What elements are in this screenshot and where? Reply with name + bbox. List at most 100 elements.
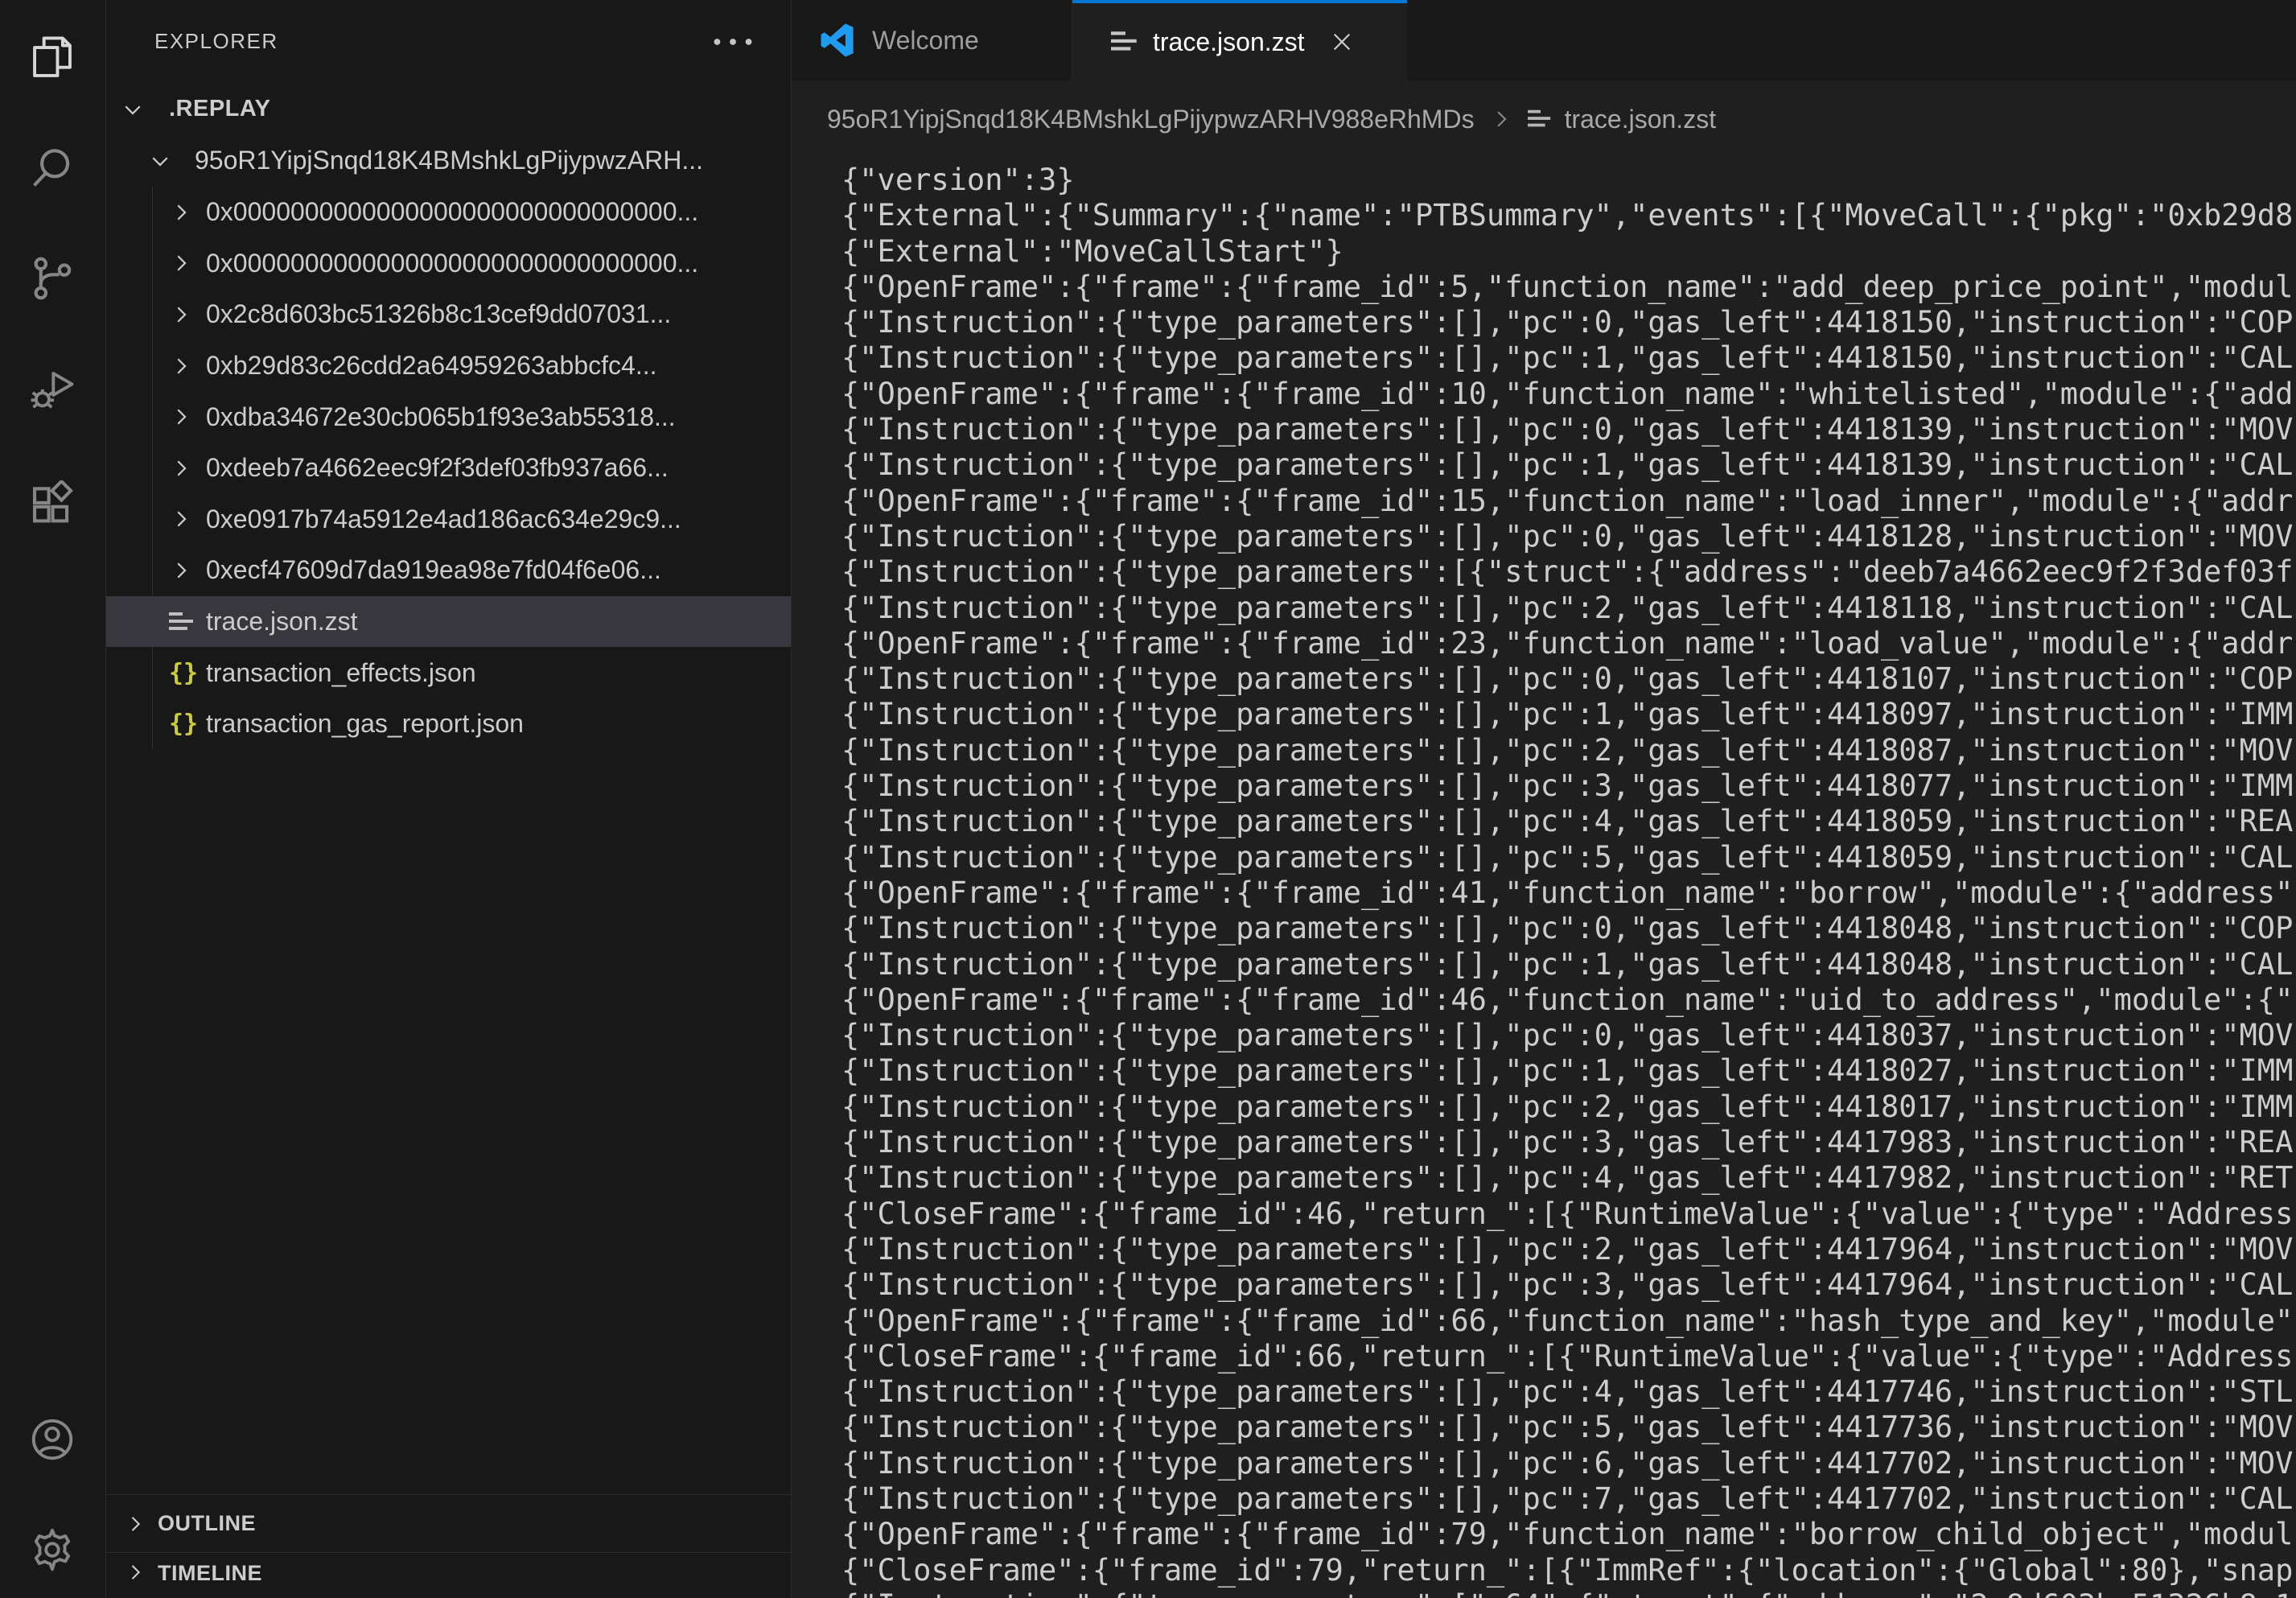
explorer-sidebar: EXPLORER .REPLAY 95oR1YipjSnqd18K4BMshkL… xyxy=(106,0,792,1598)
chevron-right-icon xyxy=(169,303,206,327)
breadcrumb-file[interactable]: trace.json.zst xyxy=(1565,105,1717,134)
tree-item[interactable]: 0xb29d83c26cdd2a64959263abbcfc4... xyxy=(106,340,791,392)
code-line: {"Instruction":{"type_parameters":[],"pc… xyxy=(841,1232,2296,1267)
code-line: {"External":"MoveCallStart"} xyxy=(841,234,2296,270)
code-line: {"CloseFrame":{"frame_id":46,"return_":[… xyxy=(841,1196,2296,1232)
code-line: {"OpenFrame":{"frame":{"frame_id":79,"fu… xyxy=(841,1517,2296,1552)
breadcrumb: 95oR1YipjSnqd18K4BMshkLgPijypwzARHV988eR… xyxy=(792,80,2296,158)
tree-item[interactable]: 0x0000000000000000000000000000000... xyxy=(106,238,791,290)
chevron-right-icon xyxy=(169,507,206,531)
section-header-replay[interactable]: .REPLAY xyxy=(106,84,791,135)
code-line: {"Instruction":{"type_parameters":[],"pc… xyxy=(841,947,2296,982)
editor-content[interactable]: {"version":3} {"External":{"Summary":{"n… xyxy=(841,163,2296,1598)
breadcrumb-folder[interactable]: 95oR1YipjSnqd18K4BMshkLgPijypwzARHV988eR… xyxy=(827,105,1475,134)
code-line: {"Instruction":{"type_parameters":[],"pc… xyxy=(841,1160,2296,1196)
code-line: {"Instruction":{"type_parameters":[],"pc… xyxy=(841,911,2296,946)
code-line: {"OpenFrame":{"frame":{"frame_id":5,"fun… xyxy=(841,270,2296,305)
search-icon[interactable] xyxy=(27,143,77,193)
tab-bar: Welcome trace.json.zst xyxy=(792,0,2296,80)
code-line: {"Instruction":{"type_parameters":[],"pc… xyxy=(841,340,2296,376)
code-line: {"Instruction":{"type_parameters":["u64"… xyxy=(841,1588,2296,1598)
sidebar-title: EXPLORER xyxy=(154,29,278,54)
code-line: {"Instruction":{"type_parameters":[],"pc… xyxy=(841,412,2296,447)
code-line: {"OpenFrame":{"frame":{"frame_id":15,"fu… xyxy=(841,484,2296,519)
code-line: {"Instruction":{"type_parameters":[],"pc… xyxy=(841,840,2296,875)
code-line: {"External":{"Summary":{"name":"PTBSumma… xyxy=(841,198,2296,233)
file-tree: 0x0000000000000000000000000000000... 0x0… xyxy=(106,187,791,750)
code-line: {"CloseFrame":{"frame_id":79,"return_":[… xyxy=(841,1553,2296,1588)
chevron-right-icon xyxy=(169,251,206,275)
settings-gear-icon[interactable] xyxy=(27,1525,77,1575)
explorer-icon[interactable] xyxy=(27,33,77,83)
sidebar-panels: OUTLINE TIMELINE xyxy=(106,1494,791,1598)
chevron-right-icon xyxy=(1489,107,1513,131)
chevron-right-icon xyxy=(169,558,206,583)
vscode-logo-icon xyxy=(816,19,858,61)
zst-file-icon xyxy=(1111,28,1140,56)
tree-item[interactable]: 0x0000000000000000000000000000000... xyxy=(106,187,791,238)
code-line: {"Instruction":{"type_parameters":[],"pc… xyxy=(841,1481,2296,1517)
chevron-right-icon xyxy=(124,1513,146,1535)
tree-item-label: 0xb29d83c26cdd2a64959263abbcfc4... xyxy=(206,351,656,381)
code-line: {"Instruction":{"type_parameters":[{"str… xyxy=(841,554,2296,590)
chevron-down-icon xyxy=(148,149,185,173)
code-line: {"OpenFrame":{"frame":{"frame_id":46,"fu… xyxy=(841,982,2296,1018)
tree-item[interactable]: transaction_gas_report.json xyxy=(106,698,791,750)
code-line: {"OpenFrame":{"frame":{"frame_id":66,"fu… xyxy=(841,1304,2296,1339)
tree-item[interactable]: 0x2c8d603bc51326b8c13cef9dd07031... xyxy=(106,289,791,340)
code-line: {"Instruction":{"type_parameters":[],"pc… xyxy=(841,1374,2296,1410)
chevron-right-icon xyxy=(169,456,206,480)
code-line: {"OpenFrame":{"frame":{"frame_id":41,"fu… xyxy=(841,875,2296,911)
code-line: {"Instruction":{"type_parameters":[],"pc… xyxy=(841,733,2296,768)
tree-item-label: transaction_effects.json xyxy=(206,658,476,688)
tree-item-label: 0x0000000000000000000000000000000... xyxy=(206,197,698,227)
code-line: {"Instruction":{"type_parameters":[],"pc… xyxy=(841,1410,2296,1445)
tab-label: Welcome xyxy=(872,26,979,56)
section-label: .REPLAY xyxy=(169,96,271,122)
more-actions-icon[interactable] xyxy=(711,29,759,58)
source-control-icon[interactable] xyxy=(27,253,77,303)
code-line: {"Instruction":{"type_parameters":[],"pc… xyxy=(841,1267,2296,1303)
extensions-icon[interactable] xyxy=(27,480,77,530)
account-icon[interactable] xyxy=(27,1415,77,1464)
sidebar-panel-header[interactable]: OUTLINE xyxy=(106,1494,791,1552)
run-and-debug-icon[interactable] xyxy=(27,366,77,416)
tree-item-label: 0xe0917b74a5912e4ad186ac634e29c9... xyxy=(206,505,681,534)
code-line: {"Instruction":{"type_parameters":[],"pc… xyxy=(841,661,2296,697)
tree-folder-label: 95oR1YipjSnqd18K4BMshkLgPijypwzARH... xyxy=(195,146,703,175)
code-line: {"Instruction":{"type_parameters":[],"pc… xyxy=(841,305,2296,340)
tab-welcome[interactable]: Welcome xyxy=(792,0,1072,80)
chevron-right-icon xyxy=(169,200,206,224)
activity-bar xyxy=(0,0,106,1598)
tree-folder-digest[interactable]: 95oR1YipjSnqd18K4BMshkLgPijypwzARH... xyxy=(106,135,791,187)
code-line: {"Instruction":{"type_parameters":[],"pc… xyxy=(841,447,2296,483)
code-line: {"Instruction":{"type_parameters":[],"pc… xyxy=(841,804,2296,839)
code-line: {"Instruction":{"type_parameters":[],"pc… xyxy=(841,697,2296,732)
code-line: {"version":3} xyxy=(841,163,2296,198)
zst-file-icon xyxy=(169,609,206,635)
close-icon[interactable] xyxy=(1329,29,1355,55)
tree-item-label: 0xdeeb7a4662eec9f2f3def03fb937a66... xyxy=(206,453,669,483)
code-line: {"Instruction":{"type_parameters":[],"pc… xyxy=(841,768,2296,804)
panel-label: TIMELINE xyxy=(158,1561,262,1586)
json-file-icon xyxy=(169,659,206,687)
chevron-right-icon xyxy=(169,405,206,429)
json-file-icon xyxy=(169,710,206,738)
tree-item[interactable]: transaction_effects.json xyxy=(106,647,791,698)
zst-file-icon xyxy=(1528,107,1553,131)
tree-item[interactable]: 0xdeeb7a4662eec9f2f3def03fb937a66... xyxy=(106,443,791,494)
tree-item-label: 0xecf47609d7da919ea98e7fd04f6e06... xyxy=(206,555,661,585)
code-line: {"CloseFrame":{"frame_id":66,"return_":[… xyxy=(841,1339,2296,1374)
tree-item-label: 0xdba34672e30cb065b1f93e3ab55318... xyxy=(206,402,676,432)
chevron-right-icon xyxy=(124,1561,146,1584)
chevron-down-icon xyxy=(121,97,158,121)
sidebar-panel-header[interactable]: TIMELINE xyxy=(106,1552,791,1598)
code-line: {"OpenFrame":{"frame":{"frame_id":10,"fu… xyxy=(841,377,2296,412)
tree-item[interactable]: 0xdba34672e30cb065b1f93e3ab55318... xyxy=(106,391,791,443)
code-line: {"Instruction":{"type_parameters":[],"pc… xyxy=(841,519,2296,554)
tree-item[interactable]: 0xe0917b74a5912e4ad186ac634e29c9... xyxy=(106,494,791,546)
tree-item[interactable]: 0xecf47609d7da919ea98e7fd04f6e06... xyxy=(106,545,791,596)
tab-trace-json-zst[interactable]: trace.json.zst xyxy=(1072,0,1407,80)
tree-item[interactable]: trace.json.zst xyxy=(106,596,791,648)
tree-item-label: 0x0000000000000000000000000000000... xyxy=(206,249,698,278)
